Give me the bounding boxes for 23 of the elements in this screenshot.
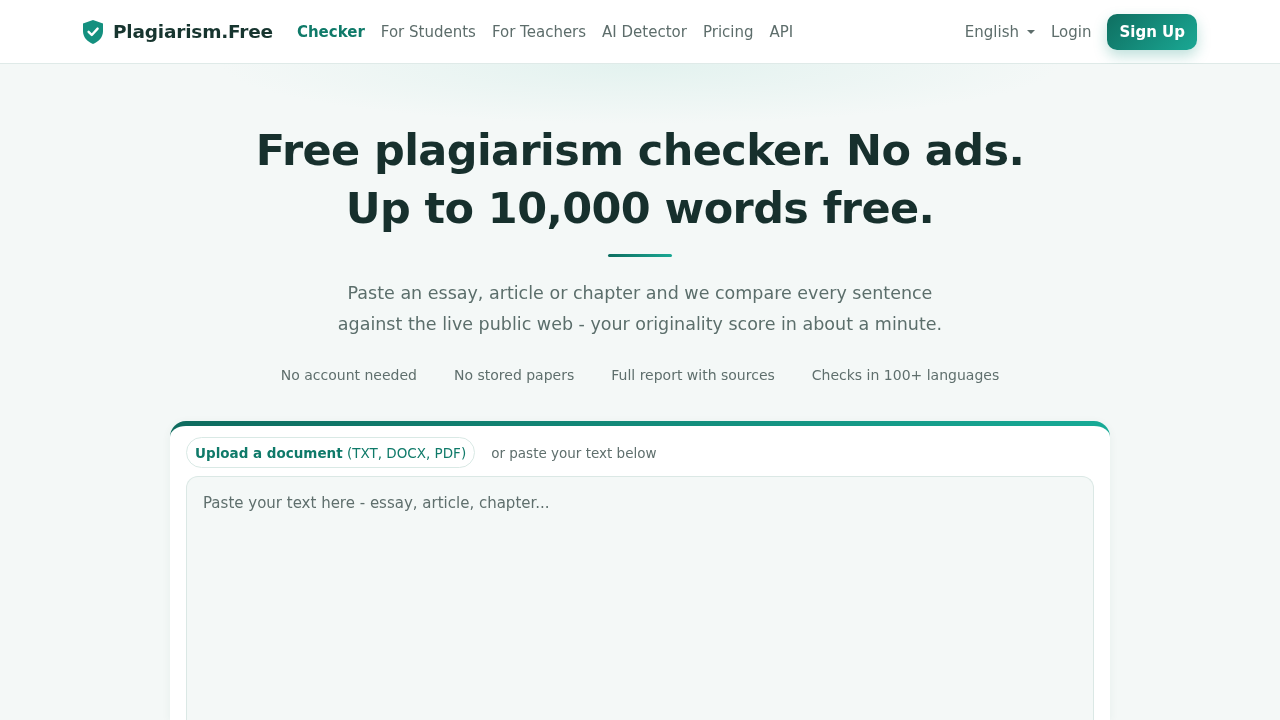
nav-link[interactable]: For Students bbox=[380, 22, 476, 41]
hero-title: Up to 10,000 words free. bbox=[345, 182, 935, 235]
sign-up-button[interactable]: Sign Up bbox=[1107, 13, 1197, 50]
shield-check-icon bbox=[83, 19, 103, 44]
hero-title: Free plagiarism checker. No ads. bbox=[255, 124, 1025, 177]
nav-link[interactable]: AI Detector bbox=[602, 22, 687, 41]
nav-link[interactable]: Checker bbox=[296, 22, 365, 41]
brand-logo-link[interactable]: Plagiarism.Free bbox=[83, 19, 273, 44]
accent-divider bbox=[608, 254, 672, 257]
feature-label: Checks in 100+ languages bbox=[811, 366, 1000, 385]
feature-label: Full report with sources bbox=[611, 366, 775, 385]
upload-document-button[interactable]: Upload a document (TXT, DOCX, PDF) bbox=[186, 437, 476, 468]
nav-link[interactable]: Pricing bbox=[702, 22, 754, 41]
feature-label: No account needed bbox=[280, 366, 417, 385]
login-link[interactable]: Login bbox=[1051, 22, 1092, 41]
nav-link[interactable]: For Teachers bbox=[491, 22, 587, 41]
language-dropdown[interactable]: English bbox=[964, 22, 1035, 41]
paste-hint: or paste your text below bbox=[491, 444, 657, 461]
text-input-field[interactable]: Paste your text here - essay, article, chapter... bbox=[186, 476, 1094, 720]
nav-link[interactable]: API bbox=[769, 22, 794, 41]
hero-subtitle: Paste an essay, article or chapter and we compare every sentence against the live public web - your originality score in about a minute. bbox=[336, 282, 944, 336]
caret-icon bbox=[1027, 29, 1035, 34]
feature-label: No stored papers bbox=[454, 366, 575, 385]
